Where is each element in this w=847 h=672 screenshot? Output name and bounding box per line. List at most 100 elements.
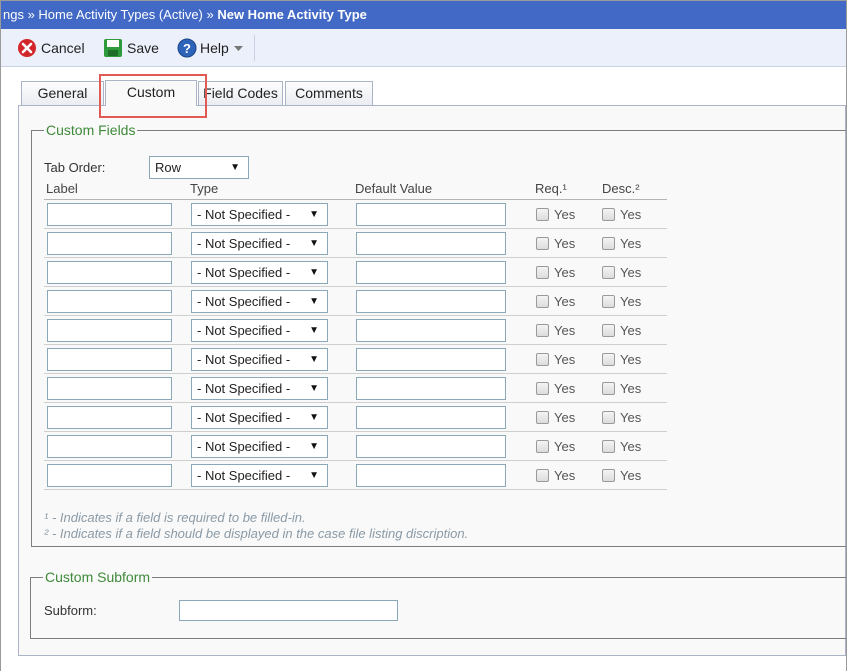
description-checkbox[interactable] <box>602 208 615 221</box>
default-value-input[interactable] <box>356 464 506 487</box>
table-row: - Not Specified - ▼ Yes Yes <box>44 432 667 461</box>
required-checkbox-label: Yes <box>554 352 576 367</box>
required-checkbox[interactable] <box>536 266 549 279</box>
type-select[interactable]: - Not Specified - ▼ <box>191 406 328 429</box>
description-checkbox[interactable] <box>602 440 615 453</box>
description-checkbox-label: Yes <box>620 352 642 367</box>
required-checkbox[interactable] <box>536 440 549 453</box>
custom-fields-legend: Custom Fields <box>46 122 136 138</box>
label-input[interactable] <box>47 406 172 429</box>
table-row: - Not Specified - ▼ Yes Yes <box>44 258 667 287</box>
required-checkbox[interactable] <box>536 353 549 366</box>
description-checkbox-label: Yes <box>620 294 642 309</box>
tab-custom-label: Custom <box>126 84 176 100</box>
column-header-label: Label <box>46 181 78 196</box>
column-header-default-value: Default Value <box>355 181 433 196</box>
table-row: - Not Specified - ▼ Yes Yes <box>44 374 667 403</box>
required-checkbox[interactable] <box>536 411 549 424</box>
label-input[interactable] <box>47 232 172 255</box>
label-input[interactable] <box>47 377 172 400</box>
tab-order-select[interactable]: Row ▼ <box>149 156 249 179</box>
required-checkbox[interactable] <box>536 382 549 395</box>
default-value-input[interactable] <box>356 348 506 371</box>
breadcrumb: ngs » Home Activity Types (Active) » New… <box>1 1 846 29</box>
description-checkbox[interactable] <box>602 353 615 366</box>
save-icon <box>104 39 122 57</box>
type-select[interactable]: - Not Specified - ▼ <box>191 319 328 342</box>
required-checkbox[interactable] <box>536 208 549 221</box>
custom-fields-header: Label Type Default Value Req.¹ Desc.² <box>44 181 667 200</box>
type-select-value: - Not Specified - <box>197 381 291 396</box>
required-checkbox[interactable] <box>536 237 549 250</box>
default-value-input[interactable] <box>356 203 506 226</box>
description-checkbox-label: Yes <box>620 323 642 338</box>
required-checkbox-label: Yes <box>554 236 576 251</box>
default-value-input[interactable] <box>356 319 506 342</box>
dropdown-arrow-icon: ▼ <box>309 209 319 220</box>
required-checkbox-label: Yes <box>554 323 576 338</box>
tab-custom[interactable]: Custom <box>105 80 197 106</box>
label-input[interactable] <box>47 348 172 371</box>
tab-comments[interactable]: Comments <box>285 81 373 106</box>
label-input[interactable] <box>47 261 172 284</box>
type-select[interactable]: - Not Specified - ▼ <box>191 232 328 255</box>
description-checkbox-label: Yes <box>620 207 642 222</box>
table-row: - Not Specified - ▼ Yes Yes <box>44 200 667 229</box>
description-checkbox[interactable] <box>602 295 615 308</box>
required-checkbox[interactable] <box>536 295 549 308</box>
description-checkbox[interactable] <box>602 411 615 424</box>
breadcrumb-path[interactable]: ngs » Home Activity Types (Active) » <box>3 7 217 22</box>
help-button[interactable]: ? Help <box>177 38 247 58</box>
required-checkbox[interactable] <box>536 469 549 482</box>
description-checkbox[interactable] <box>602 324 615 337</box>
type-select-value: - Not Specified - <box>197 207 291 222</box>
default-value-input[interactable] <box>356 232 506 255</box>
type-select[interactable]: - Not Specified - ▼ <box>191 435 328 458</box>
tab-field-codes[interactable]: Field Codes <box>198 81 283 106</box>
type-select-value: - Not Specified - <box>197 236 291 251</box>
description-checkbox[interactable] <box>602 382 615 395</box>
default-value-input[interactable] <box>356 435 506 458</box>
label-input[interactable] <box>47 290 172 313</box>
tab-general[interactable]: General <box>21 81 104 106</box>
type-select[interactable]: - Not Specified - ▼ <box>191 203 328 226</box>
toolbar: Cancel Save ? Help <box>1 29 846 67</box>
svg-text:?: ? <box>183 41 191 56</box>
required-checkbox[interactable] <box>536 324 549 337</box>
description-checkbox-label: Yes <box>620 381 642 396</box>
footnote-required: ¹ - Indicates if a field is required to … <box>44 510 306 525</box>
dropdown-arrow-icon: ▼ <box>309 296 319 307</box>
type-select[interactable]: - Not Specified - ▼ <box>191 348 328 371</box>
type-select[interactable]: - Not Specified - ▼ <box>191 290 328 313</box>
description-checkbox-label: Yes <box>620 265 642 280</box>
cancel-button[interactable]: Cancel <box>17 38 89 58</box>
type-select-value: - Not Specified - <box>197 352 291 367</box>
help-icon: ? <box>177 38 197 58</box>
label-input[interactable] <box>47 464 172 487</box>
type-select[interactable]: - Not Specified - ▼ <box>191 464 328 487</box>
save-button[interactable]: Save <box>103 38 163 58</box>
description-checkbox[interactable] <box>602 237 615 250</box>
dropdown-arrow-icon: ▼ <box>309 354 319 365</box>
type-select[interactable]: - Not Specified - ▼ <box>191 377 328 400</box>
cancel-icon <box>18 39 36 57</box>
default-value-input[interactable] <box>356 377 506 400</box>
table-row: - Not Specified - ▼ Yes Yes <box>44 229 667 258</box>
description-checkbox[interactable] <box>602 469 615 482</box>
label-input[interactable] <box>47 435 172 458</box>
main-content: General Custom Field Codes Comments Cust… <box>1 67 846 672</box>
label-input[interactable] <box>47 319 172 342</box>
default-value-input[interactable] <box>356 261 506 284</box>
dropdown-arrow-icon: ▼ <box>309 441 319 452</box>
type-select-value: - Not Specified - <box>197 323 291 338</box>
description-checkbox[interactable] <box>602 266 615 279</box>
type-select[interactable]: - Not Specified - ▼ <box>191 261 328 284</box>
required-checkbox-label: Yes <box>554 207 576 222</box>
default-value-input[interactable] <box>356 290 506 313</box>
required-checkbox-label: Yes <box>554 468 576 483</box>
dropdown-arrow-icon: ▼ <box>309 470 319 481</box>
default-value-input[interactable] <box>356 406 506 429</box>
subform-input[interactable] <box>179 600 398 621</box>
dropdown-arrow-icon: ▼ <box>309 267 319 278</box>
label-input[interactable] <box>47 203 172 226</box>
